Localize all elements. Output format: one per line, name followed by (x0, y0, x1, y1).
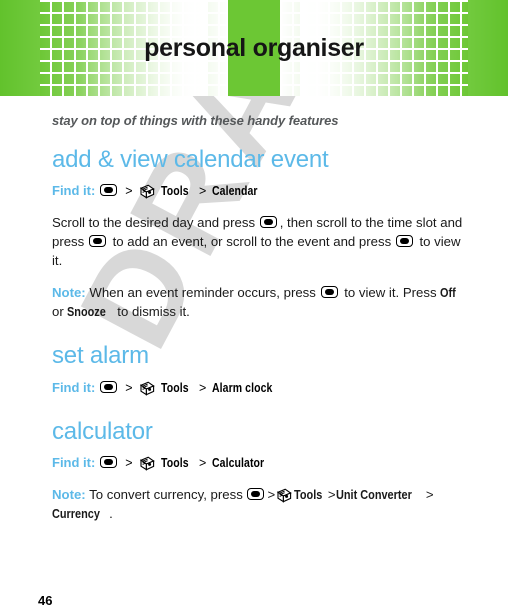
center-key-icon (395, 235, 415, 249)
calendar-note-a: When an event reminder occurs, press (85, 285, 320, 301)
findit-label: Find it: (52, 455, 96, 471)
center-key-icon (99, 456, 119, 470)
calendar-note-b: to view it. Press (340, 285, 441, 301)
findit-separator-2: > (198, 380, 207, 395)
page-banner: personal organiser (0, 0, 508, 96)
center-key-icon (247, 488, 266, 502)
findit-target-label: Calculator (211, 456, 264, 471)
center-key-icon (99, 184, 119, 198)
section-heading-alarm: set alarm (52, 342, 149, 370)
note-separator-3: > (425, 487, 434, 503)
note-unit-converter-label: Unit Converter (335, 487, 412, 503)
calendar-instructions: Scroll to the desired day and press , th… (52, 213, 470, 270)
note-currency-label: Currency (52, 506, 100, 522)
note-label: Note: (52, 285, 86, 301)
section-heading-calculator: calculator (52, 417, 153, 445)
calendar-note: Note: When an event reminder occurs, pre… (52, 283, 470, 321)
findit-label: Find it: (52, 183, 96, 199)
note-tools-label: Tools (294, 487, 323, 503)
page-content: stay on top of things with these handy f… (0, 113, 508, 523)
center-key-icon (259, 216, 279, 230)
note-end: . (109, 506, 113, 522)
calculator-note-a: To convert currency, press (85, 487, 247, 503)
tools-icon (139, 381, 155, 396)
findit-separator: > (125, 456, 133, 471)
findit-separator: > (125, 380, 133, 395)
center-key-icon (320, 286, 340, 300)
tools-icon (139, 184, 155, 199)
findit-alarm: Find it: > Tools > Alarm clock (52, 379, 470, 397)
calculator-note: Note: To convert currency, press > Tools >… (52, 485, 470, 523)
center-key-icon (88, 235, 108, 249)
softkey-off-label: Off (440, 285, 456, 301)
page-title: personal organiser (144, 33, 364, 62)
note-separator-2: > (327, 487, 336, 503)
findit-separator-2: > (198, 456, 207, 471)
note-separator-1: > (267, 487, 276, 503)
findit-label: Find it: (52, 379, 96, 395)
center-key-icon (99, 380, 119, 395)
section-heading-calendar: add & view calendar event (52, 146, 329, 173)
calendar-note-c: or (52, 304, 68, 320)
findit-separator: > (125, 184, 133, 199)
calendar-note-d: to dismiss it. (113, 304, 190, 320)
tools-icon (139, 456, 155, 471)
findit-tools-label: Tools (160, 184, 189, 199)
findit-target-label: Alarm clock (211, 380, 273, 395)
findit-tools-label: Tools (160, 380, 189, 395)
page-number: 46 (38, 593, 53, 608)
calendar-instructions-a: Scroll to the desired day and press (52, 215, 259, 231)
softkey-snooze-label: Snooze (67, 304, 107, 320)
findit-calendar: Find it: > Tools > Calendar (52, 182, 470, 200)
findit-tools-label: Tools (160, 456, 189, 471)
findit-separator-2: > (198, 184, 207, 199)
calendar-instructions-c: to add an event, or scroll to the event … (108, 234, 395, 250)
findit-calculator: Find it: > Tools > Calculator (52, 454, 470, 472)
note-label: Note: (52, 487, 86, 503)
tools-icon (276, 488, 292, 503)
page-subtitle: stay on top of things with these handy f… (52, 113, 339, 128)
findit-target-label: Calendar (211, 184, 258, 199)
